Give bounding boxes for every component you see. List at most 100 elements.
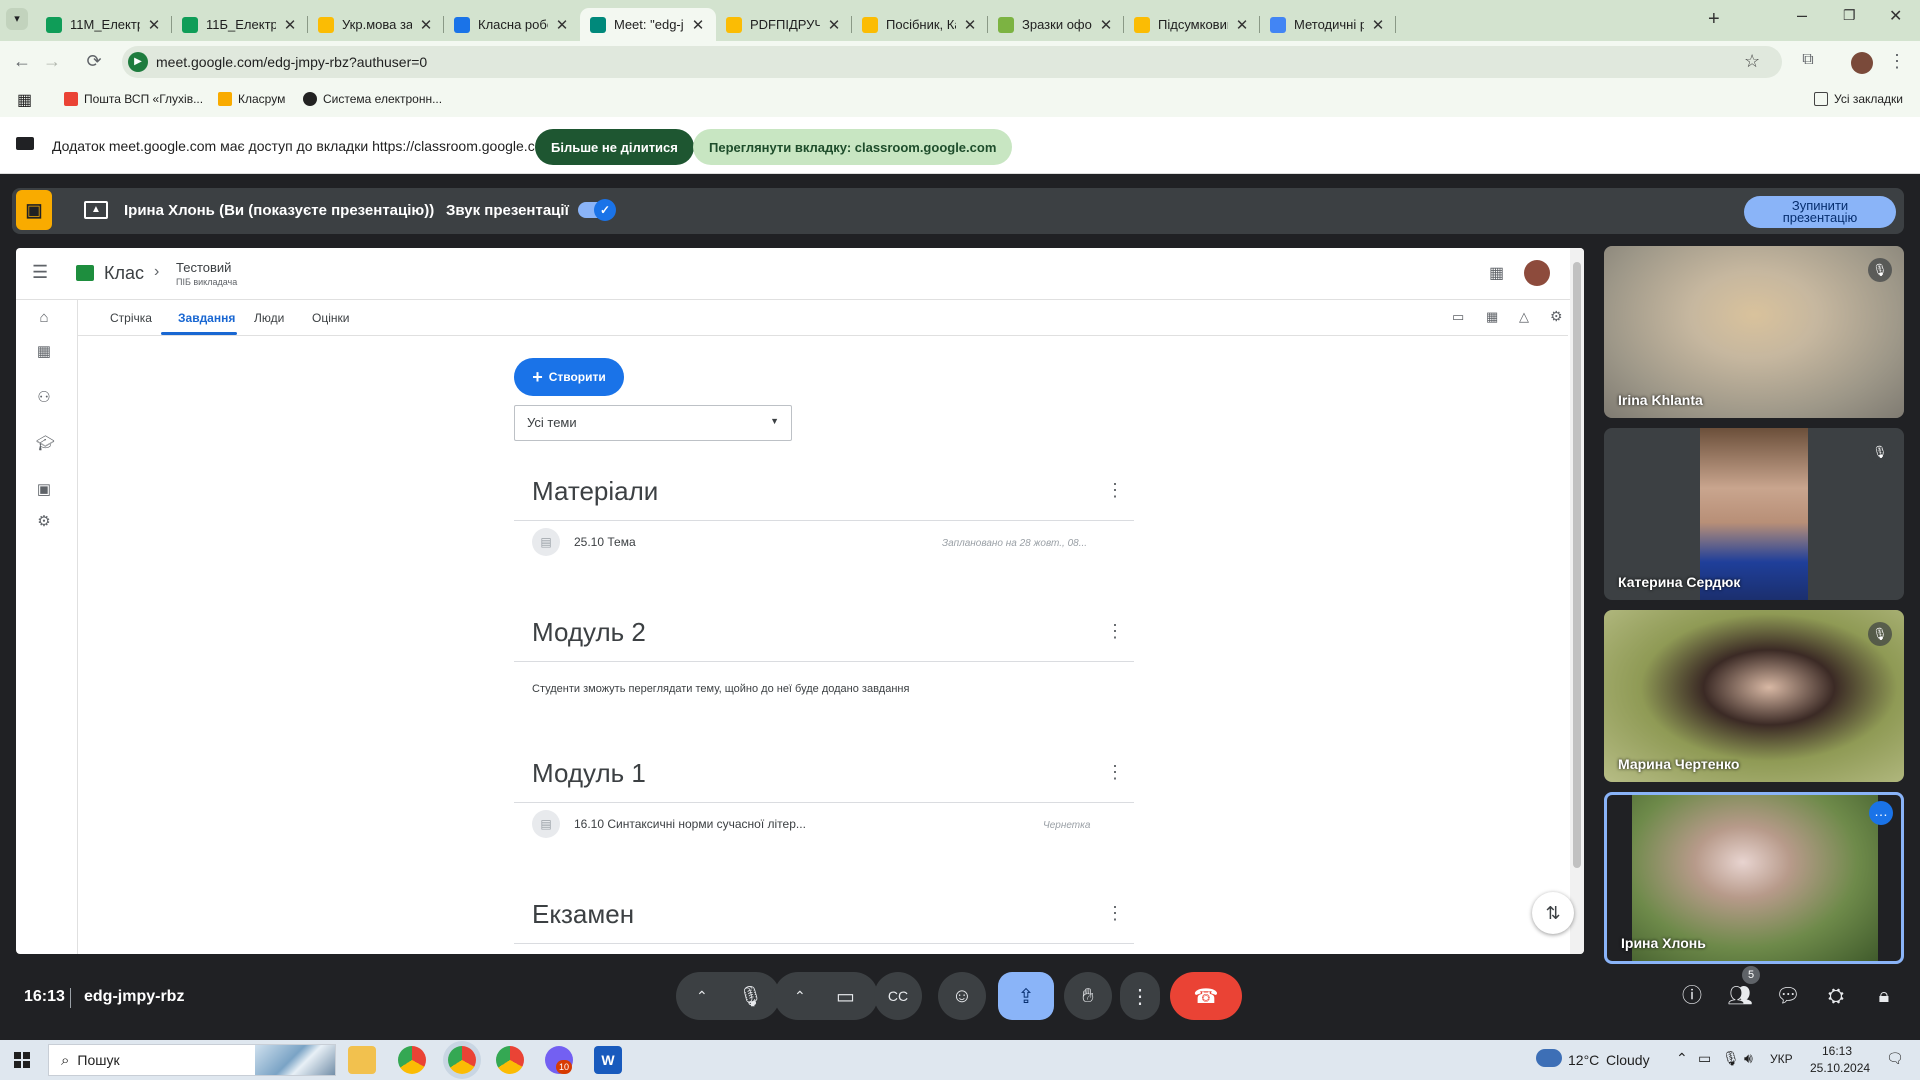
people-icon[interactable]: 👥︎ [1724,980,1756,1012]
browser-tab[interactable]: 11Б_Електронни ✕ [172,8,308,41]
scrollbar[interactable] [1570,248,1584,954]
teaching-icon[interactable]: ⚇ [36,390,52,406]
profile-avatar[interactable] [1851,52,1873,74]
create-button[interactable]: + Створити [514,358,624,396]
leave-call-button[interactable]: ☎︎ [1170,972,1242,1020]
weather-temp[interactable]: 12°C [1568,1052,1599,1068]
address-bar[interactable]: ▶ meet.google.com/edg-jmpy-rbz?authuser=… [122,46,1782,78]
audio-toggle[interactable]: ✓ [578,199,616,221]
chrome-profile-icon[interactable] [496,1046,524,1074]
extensions-icon[interactable]: ⧉ [1796,51,1820,69]
tab-grades[interactable]: Оцінки [312,311,349,325]
bookmark-classroom[interactable]: Класрум [218,92,285,106]
apps-grid-icon[interactable]: ▦ [17,90,32,110]
all-bookmarks[interactable]: Усі закладки [1814,92,1903,106]
present-now-button[interactable]: ⇪ [998,972,1054,1020]
host-controls-icon[interactable]: 🔒︎ [1868,980,1900,1012]
tray-chevron-icon[interactable]: ⌃ [1676,1050,1688,1067]
browser-tab[interactable]: Підсумковий кон ✕ [1124,8,1260,41]
weather-text[interactable]: Cloudy [1606,1052,1650,1068]
video-settings-button[interactable]: ⌃ ▭ [774,972,878,1020]
close-tab-icon[interactable]: ✕ [146,16,162,34]
minimize-button[interactable]: – [1797,5,1807,26]
topic-more-icon[interactable]: ⋮ [1106,621,1124,642]
clock-date[interactable]: 25.10.2024 [1810,1061,1870,1075]
back-icon[interactable]: ← [10,51,34,72]
reactions-button[interactable]: ☺ [938,972,986,1020]
audio-settings-button[interactable]: ⌃ 🎙︎ [676,972,780,1020]
topic-more-icon[interactable]: ⋮ [1106,903,1124,924]
browser-tab[interactable]: 11М_Електронни ✕ [36,8,172,41]
calendar-icon[interactable]: ▦ [36,344,52,360]
enrolled-icon[interactable]: 🎓︎ [36,436,55,452]
browser-tab[interactable]: Meet: "edg-jm ✕ [580,8,716,41]
tray-mic-icon[interactable]: 🎙︎ [1722,1050,1740,1067]
tab-people[interactable]: Люди [254,311,284,325]
tab-stream[interactable]: Стрічка [110,311,152,325]
stop-presenting-button[interactable]: Зупинити презентацію [1744,196,1896,228]
tab-classwork[interactable]: Завдання [178,311,235,325]
account-avatar[interactable] [1524,260,1550,286]
reorder-fab[interactable]: ⇅ [1532,892,1574,934]
language-indicator[interactable]: УКР [1770,1052,1793,1066]
classroom-brand[interactable]: Клас [104,263,144,284]
close-window-button[interactable]: ✕ [1889,6,1902,26]
sidebar-settings-icon[interactable]: ⚙ [36,514,52,530]
clock-time[interactable]: 16:13 [1822,1044,1852,1058]
participant-tile[interactable]: 🎙︎ Марина Чертенко [1604,610,1904,782]
new-tab-button[interactable]: + [1708,8,1720,31]
participant-tile[interactable]: 🎙︎ Irina Khlanta [1604,246,1904,418]
restore-button[interactable]: ❐ [1843,7,1856,24]
forward-icon[interactable]: → [40,51,64,72]
network-icon[interactable]: ▭ [1698,1050,1711,1067]
close-tab-icon[interactable]: ✕ [826,16,842,34]
site-info-icon[interactable]: ▶ [128,52,148,72]
close-tab-icon[interactable]: ✕ [1370,16,1386,34]
close-tab-icon[interactable]: ✕ [690,16,706,34]
raise-hand-button[interactable]: ✋︎ [1064,972,1112,1020]
browser-menu-icon[interactable]: ⋮ [1885,51,1909,72]
meeting-info-icon[interactable]: ⓘ [1676,980,1708,1012]
tab-search-button[interactable]: ▾ [6,8,28,30]
topic-filter-select[interactable]: Усі теми ▼ [514,405,792,441]
browser-tab[interactable]: Посібник, Кабан ✕ [852,8,988,41]
participant-tile-self[interactable]: … Ірина Хлонь [1604,792,1904,964]
settings-icon[interactable]: ⚙ [1550,308,1563,325]
topic-more-icon[interactable]: ⋮ [1106,480,1124,501]
archive-icon[interactable]: ▣ [36,482,52,498]
stop-sharing-button[interactable]: Більше не ділитися [535,129,694,165]
word-icon[interactable]: W [594,1046,622,1074]
chrome-profile-icon[interactable] [448,1046,476,1074]
close-tab-icon[interactable]: ✕ [554,16,570,34]
close-tab-icon[interactable]: ✕ [282,16,298,34]
google-apps-icon[interactable]: ▦ [1489,263,1504,283]
home-icon[interactable]: ⌂ [36,310,52,326]
windows-start-icon[interactable] [14,1052,30,1068]
meet-link-icon[interactable]: ▭ [1452,309,1464,325]
participant-tile[interactable]: 🎙︎ Катерина Сердюк [1604,428,1904,600]
material-item[interactable]: ▤ 25.10 Тема [532,528,636,556]
taskbar-search[interactable]: ⌕ Пошук [48,1044,336,1076]
topic-more-icon[interactable]: ⋮ [1106,762,1124,783]
browser-tab[interactable]: Зразки оформле ✕ [988,8,1124,41]
bookmark-gmail[interactable]: Пошта ВСП «Глухів... [64,92,203,106]
course-title[interactable]: Тестовий [176,260,231,275]
close-tab-icon[interactable]: ✕ [418,16,434,34]
close-tab-icon[interactable]: ✕ [1098,16,1114,34]
view-tab-button[interactable]: Переглянути вкладку: classroom.google.co… [693,129,1013,165]
tile-more-options-icon[interactable]: … [1869,801,1893,825]
close-tab-icon[interactable]: ✕ [962,16,978,34]
file-explorer-icon[interactable] [348,1046,376,1074]
activities-icon[interactable]: ⛭ [1820,980,1852,1012]
browser-tab[interactable]: Методичні реком ✕ [1260,8,1396,41]
notifications-icon[interactable]: 🗨︎ [1886,1050,1904,1067]
close-tab-icon[interactable]: ✕ [1234,16,1250,34]
scrollbar-thumb[interactable] [1573,262,1581,868]
browser-tab[interactable]: Класна робот ✕ [444,8,580,41]
browser-tab[interactable]: Укр.мова за проф ✕ [308,8,444,41]
chat-icon[interactable]: 💬︎ [1772,980,1804,1012]
calendar-icon[interactable]: ▦ [1486,309,1498,325]
captions-button[interactable]: CC [874,972,922,1020]
browser-tab[interactable]: PDFПІДРУЧНИК С ✕ [716,8,852,41]
volume-icon[interactable]: 🔊︎ [1744,1050,1753,1067]
